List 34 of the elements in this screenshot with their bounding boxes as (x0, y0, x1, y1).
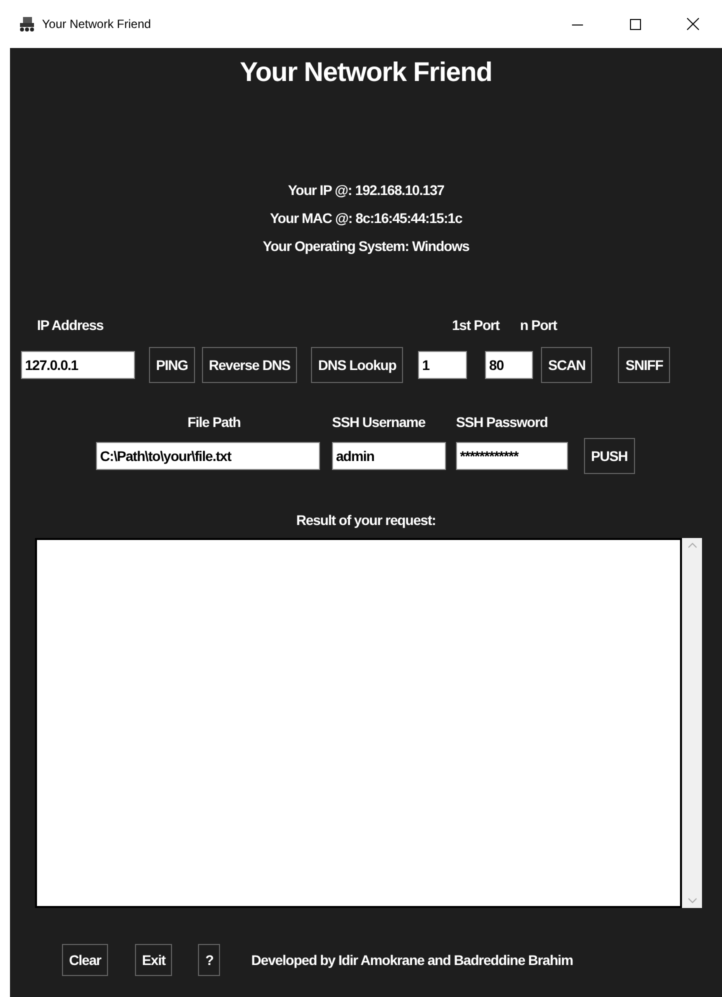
field-label: 1st Port (452, 316, 501, 335)
maximize-icon[interactable] (630, 18, 640, 30)
app-heading: Your Network Friend (238, 56, 494, 89)
username-field[interactable]: admin (332, 442, 446, 470)
port-field[interactable]: 1 (418, 351, 468, 379)
footer-button[interactable]: Clear (62, 944, 108, 976)
port-field[interactable]: 80 (485, 351, 534, 379)
info-line: Your Operating System: Windows (262, 237, 470, 256)
field-label: SSH Password (456, 413, 548, 432)
scroll-up-icon[interactable] (688, 542, 696, 548)
field-label: File Path (186, 413, 242, 432)
push-button[interactable]: PUSH (584, 438, 634, 474)
action-button[interactable]: SNIFF (618, 347, 670, 383)
action-button[interactable]: SCAN (541, 347, 592, 383)
info-line: Your IP @: 192.168.10.137 (286, 181, 446, 200)
result-label: Result of your request: (295, 511, 437, 530)
action-button[interactable]: PING (149, 347, 195, 383)
close-icon[interactable] (687, 18, 699, 30)
action-button[interactable]: Reverse DNS (202, 347, 298, 383)
scroll-down-icon[interactable] (688, 898, 696, 904)
info-line: Your MAC @: 8c:16:45:44:15:1c (268, 209, 464, 228)
credit-text: Developed by Idir Amokrane and Badreddine Brahim (251, 950, 573, 970)
footer-button[interactable]: ? (198, 944, 220, 976)
footer-button[interactable]: Exit (135, 944, 172, 976)
field-label: IP Address (37, 316, 104, 335)
window-title: Your Network Friend (42, 16, 151, 33)
ip-address-field[interactable]: 127.0.0.1 (21, 351, 135, 379)
app-icon (18, 16, 36, 32)
action-button[interactable]: DNS Lookup (311, 347, 404, 383)
scrollbar[interactable] (682, 538, 702, 908)
password-field[interactable]: ************ (456, 442, 568, 470)
field-label: n Port (520, 316, 557, 335)
file-path-field[interactable]: C:\Path\to\your\file.txt (96, 442, 320, 470)
field-label: SSH Username (332, 413, 426, 432)
